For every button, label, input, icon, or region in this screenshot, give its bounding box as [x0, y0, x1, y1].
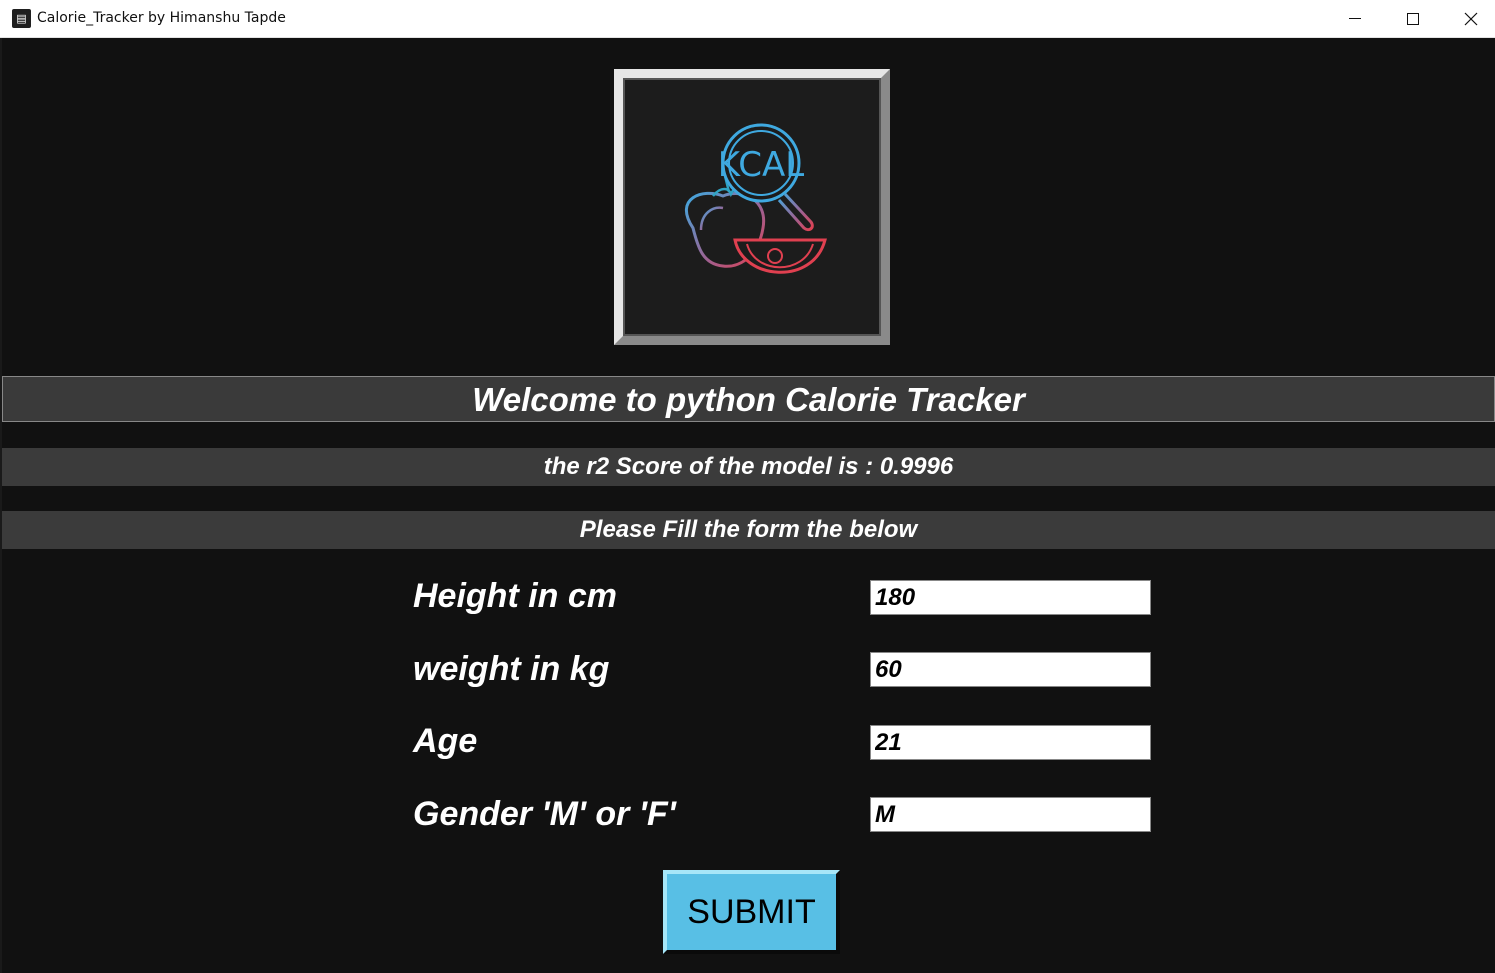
submit-button[interactable]: SUBMIT: [663, 870, 840, 954]
logo-kcal-text: KCAL: [718, 145, 804, 185]
gender-label: Gender 'M' or 'F': [413, 795, 676, 833]
maximize-icon: [1407, 13, 1419, 25]
logo-frame: KCAL: [614, 69, 890, 345]
age-input[interactable]: [870, 725, 1151, 760]
maximize-button[interactable]: [1384, 0, 1442, 38]
height-input[interactable]: [870, 580, 1151, 615]
window-border: [0, 38, 2, 973]
minimize-button[interactable]: [1326, 0, 1384, 38]
weight-input[interactable]: [870, 652, 1151, 687]
gender-input[interactable]: [870, 797, 1151, 832]
kcal-tomato-logo: KCAL: [685, 123, 827, 274]
window-title: Calorie_Tracker by Himanshu Tapde: [37, 10, 286, 26]
minimize-icon: [1349, 18, 1361, 19]
weight-label: weight in kg: [413, 650, 610, 688]
age-label: Age: [413, 722, 478, 760]
app-icon: ▤: [12, 9, 31, 28]
form-instructions-banner: Please Fill the form the below: [2, 511, 1495, 549]
welcome-banner: Welcome to python Calorie Tracker: [2, 376, 1495, 422]
window-titlebar: ▤ Calorie_Tracker by Himanshu Tapde: [0, 0, 1495, 38]
close-icon: [1464, 12, 1478, 26]
close-button[interactable]: [1442, 0, 1495, 38]
height-label: Height in cm: [413, 577, 618, 615]
score-banner: the r2 Score of the model is : 0.9996: [2, 448, 1495, 486]
